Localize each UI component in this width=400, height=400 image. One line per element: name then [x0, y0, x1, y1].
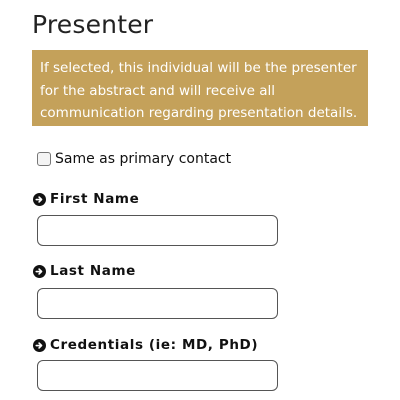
- credentials-label-text: Credentials (ie: MD, PhD): [50, 337, 259, 353]
- credentials-label: Credentials (ie: MD, PhD): [33, 337, 258, 353]
- arrow-circle-right-icon: [33, 192, 46, 206]
- same-as-primary-row[interactable]: Same as primary contact: [37, 151, 231, 167]
- notice-text: If selected, this individual will be the…: [40, 60, 358, 121]
- credentials-input[interactable]: [37, 360, 278, 391]
- section-title: Presenter: [32, 10, 154, 39]
- last-name-input[interactable]: [37, 288, 278, 319]
- first-name-label-text: First Name: [50, 191, 140, 207]
- last-name-label-text: Last Name: [50, 263, 136, 279]
- same-as-primary-checkbox[interactable]: [37, 152, 51, 166]
- presenter-notice: If selected, this individual will be the…: [32, 50, 368, 126]
- arrow-circle-right-icon: [33, 264, 46, 278]
- first-name-input[interactable]: [37, 215, 278, 246]
- last-name-label: Last Name: [33, 263, 136, 279]
- first-name-label: First Name: [33, 191, 139, 207]
- same-as-primary-label[interactable]: Same as primary contact: [55, 151, 231, 167]
- arrow-circle-right-icon: [33, 338, 46, 352]
